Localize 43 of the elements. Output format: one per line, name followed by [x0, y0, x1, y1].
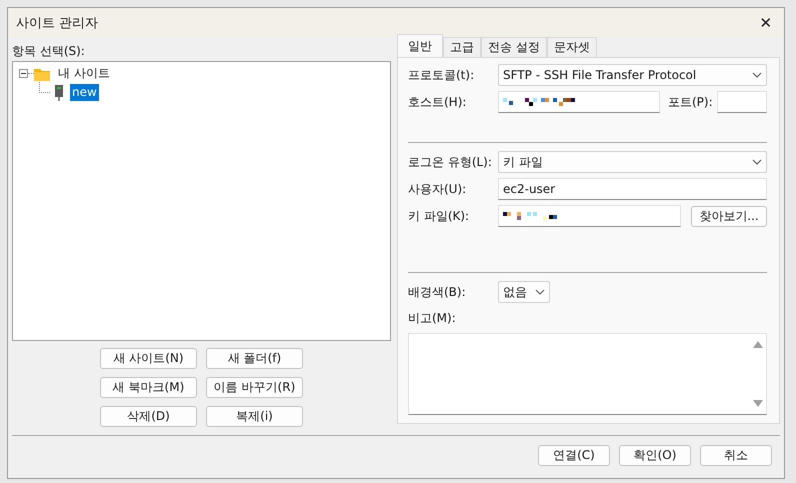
- scroll-up-icon[interactable]: [753, 341, 763, 348]
- collapse-icon[interactable]: [19, 69, 28, 78]
- dialog-button[interactable]: 확인(O): [619, 445, 691, 466]
- tab[interactable]: 일반: [397, 34, 443, 57]
- port-field[interactable]: [716, 91, 767, 113]
- site-button[interactable]: 이름 바꾸기(R): [206, 377, 303, 398]
- tree-item[interactable]: new: [70, 84, 99, 101]
- comments-field[interactable]: [408, 333, 767, 415]
- dialog-button[interactable]: 취소: [700, 445, 772, 466]
- chevron-down-icon: [752, 72, 762, 78]
- field-label: 프로토콜(t):: [408, 66, 476, 84]
- field-label: 배경색(B):: [408, 284, 467, 300]
- host-field[interactable]: [498, 91, 660, 113]
- field-label: 로그온 유형(L):: [408, 154, 493, 170]
- tab[interactable]: 문자셋: [546, 37, 597, 57]
- user-field[interactable]: ec2-user: [498, 178, 767, 200]
- close-button[interactable]: ✕: [748, 8, 784, 37]
- folder-icon: [34, 66, 50, 80]
- server-icon: [54, 84, 64, 100]
- chevron-down-icon: [535, 289, 545, 295]
- window-title: 사이트 관리자: [16, 14, 98, 32]
- protocol-dropdown[interactable]: SFTP - SSH File Transfer Protocol: [498, 64, 767, 86]
- field-label: 사용자(U):: [408, 180, 468, 198]
- browse-button[interactable]: 찾아보기...: [691, 206, 767, 226]
- dialog-button[interactable]: 연결(C): [538, 445, 610, 466]
- tree-item[interactable]: 내 사이트: [56, 65, 112, 82]
- tree-label: 항목 선택(S):: [12, 43, 86, 60]
- logon-type-dropdown[interactable]: 키 파일: [498, 151, 767, 173]
- tab[interactable]: 전송 설정: [481, 37, 547, 57]
- field-label: 비고(M):: [408, 310, 457, 327]
- site-button[interactable]: 새 북마크(M): [100, 377, 197, 398]
- site-button[interactable]: 새 폴더(f): [206, 348, 303, 369]
- color-dropdown[interactable]: 없음: [498, 281, 550, 303]
- site-button[interactable]: 삭제(D): [100, 406, 197, 427]
- tab[interactable]: 고급: [443, 37, 481, 57]
- scroll-down-icon[interactable]: [753, 400, 763, 407]
- field-label: 호스트(H):: [408, 94, 468, 110]
- chevron-down-icon: [752, 159, 762, 165]
- field-label: 키 파일(K):: [408, 208, 470, 224]
- field-label: 포트(P):: [668, 94, 713, 110]
- site-button[interactable]: 복제(i): [206, 406, 303, 427]
- site-button[interactable]: 새 사이트(N): [100, 348, 197, 369]
- key-file-field[interactable]: [498, 205, 681, 227]
